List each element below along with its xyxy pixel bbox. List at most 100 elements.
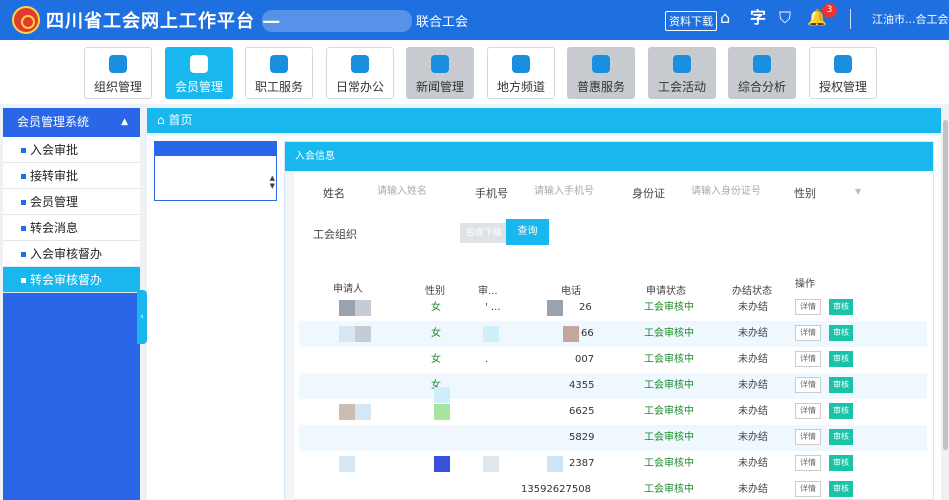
module-daily-office[interactable]: 日常办公: [326, 47, 394, 99]
clover-icon: [673, 55, 691, 73]
done-cell: 未办结: [738, 458, 768, 469]
sidebar: 会员管理系统 ▲ 入会审批 接转审批 会员管理 转会消息 入会审核督办 转会审核…: [3, 108, 140, 500]
phone-cell: 5829: [569, 432, 595, 443]
notification-badge: 3: [822, 3, 837, 18]
audit-button[interactable]: 审核: [829, 481, 853, 497]
module-benefit[interactable]: 普惠服务: [567, 47, 635, 99]
bullet-icon: [21, 278, 26, 283]
audit-button[interactable]: 审核: [829, 351, 853, 367]
sidebar-item-join-approval[interactable]: 入会审批: [3, 137, 140, 163]
sidebar-item-transfer-messages[interactable]: 转会消息: [3, 215, 140, 241]
table-row: 女 . 007 工会审核中 未办结 详情 审核: [299, 347, 927, 373]
module-label: 地方频道: [496, 80, 545, 94]
gender-cell: 女: [431, 354, 441, 365]
module-analysis[interactable]: 综合分析: [728, 47, 796, 99]
module-label: 会员管理: [174, 80, 223, 94]
header-divider: [850, 9, 851, 29]
phone-cell: 26: [579, 302, 592, 313]
bullet-icon: [21, 174, 26, 179]
query-button[interactable]: 查询: [506, 219, 549, 245]
channel-icon: [512, 55, 530, 73]
module-label: 综合分析: [737, 80, 786, 94]
gender-select[interactable]: ▼: [855, 187, 861, 196]
page-scrollbar[interactable]: [942, 108, 949, 500]
sidebar-item-label: 转会消息: [30, 221, 79, 235]
app-title: 四川省工会网上工作平台 —: [46, 7, 281, 33]
user-menu[interactable]: 江油市...合工会 ▾: [872, 11, 949, 27]
module-label: 普惠服务: [576, 80, 625, 94]
download-button[interactable]: 资料下载: [665, 11, 717, 31]
table-row: 13592627508 工会审核中 未办结 详情 审核: [299, 477, 927, 500]
audit-button[interactable]: 审核: [829, 299, 853, 315]
sidebar-collapse-handle[interactable]: ‹: [137, 290, 147, 344]
done-cell: 未办结: [738, 354, 768, 365]
table-row: 女 66 工会审核中 未办结 详情 审核: [299, 321, 927, 347]
heart-hand-icon: [270, 55, 288, 73]
status-cell: 工会审核中: [644, 458, 694, 469]
module-worker-service[interactable]: 职工服务: [245, 47, 313, 99]
redacted-block: [434, 456, 450, 472]
detail-button[interactable]: 详情: [795, 299, 821, 315]
redacted-block: [563, 326, 579, 342]
include-sub-toggle[interactable]: 包含下级: [460, 223, 508, 243]
phone-input[interactable]: [534, 180, 622, 202]
detail-button[interactable]: 详情: [795, 455, 821, 471]
module-local-channel[interactable]: 地方频道: [487, 47, 555, 99]
module-nav: 组织管理 会员管理 职工服务 日常办公 新闻管理 地方频道 普惠服务 工会活动 …: [0, 40, 949, 104]
audit-button[interactable]: 审核: [829, 325, 853, 341]
detail-button[interactable]: 详情: [795, 429, 821, 445]
redacted-block: [339, 326, 355, 342]
redacted-block: [355, 326, 371, 342]
user-label: 江油市...合工会: [872, 13, 949, 26]
module-authorization[interactable]: 授权管理: [809, 47, 877, 99]
detail-button[interactable]: 详情: [795, 325, 821, 341]
calendar-icon: [351, 55, 369, 73]
done-cell: 未办结: [738, 484, 768, 495]
audit-button[interactable]: 审核: [829, 377, 853, 393]
sidebar-item-transfer-approval[interactable]: 接转审批: [3, 163, 140, 189]
redacted-block: [339, 300, 355, 316]
redacted-block: [434, 404, 450, 420]
shirt-icon[interactable]: ⛉: [779, 8, 791, 28]
redacted-region: [262, 10, 412, 32]
module-label: 组织管理: [93, 80, 142, 94]
sidebar-item-label: 入会审核督办: [30, 247, 103, 261]
scrollbar-thumb[interactable]: [943, 120, 948, 450]
sidebar-item-member-management[interactable]: 会员管理: [3, 189, 140, 215]
redacted-block: [483, 326, 499, 342]
sidebar-header[interactable]: 会员管理系统 ▲: [3, 108, 140, 137]
font-size-icon[interactable]: 字: [750, 8, 766, 28]
home-icon[interactable]: ⌂: [720, 8, 730, 28]
panel-strip: [285, 171, 294, 500]
name-input[interactable]: [377, 180, 457, 202]
tree-scroll-arrows[interactable]: ▲ ▼: [270, 174, 275, 190]
bullet-icon: [21, 200, 26, 205]
done-cell: 未办结: [738, 328, 768, 339]
module-member[interactable]: 会员管理: [165, 47, 233, 99]
audit-button[interactable]: 审核: [829, 403, 853, 419]
sidebar-item-transfer-supervision[interactable]: 转会审核督办: [3, 267, 140, 293]
id-card-input[interactable]: [691, 180, 787, 202]
table-row: 5829 工会审核中 未办结 详情 审核: [299, 425, 927, 451]
audit-button[interactable]: 审核: [829, 429, 853, 445]
gender-label: 性别: [794, 187, 816, 200]
status-cell: 工会审核中: [644, 354, 694, 365]
detail-button[interactable]: 详情: [795, 377, 821, 393]
detail-button[interactable]: 详情: [795, 351, 821, 367]
audit-button[interactable]: 审核: [829, 455, 853, 471]
phone-cell: 007: [575, 354, 595, 365]
detail-button[interactable]: 详情: [795, 481, 821, 497]
module-org[interactable]: 组织管理: [84, 47, 152, 99]
phone-cell: 66: [581, 328, 594, 339]
breadcrumb-home[interactable]: 首页: [168, 113, 192, 127]
org-tree-panel[interactable]: ▲ ▼: [154, 141, 277, 201]
module-label: 工会活动: [657, 80, 706, 94]
detail-button[interactable]: 详情: [795, 403, 821, 419]
module-news[interactable]: 新闻管理: [406, 47, 474, 99]
done-cell: 未办结: [738, 432, 768, 443]
sidebar-item-join-supervision[interactable]: 入会审核督办: [3, 241, 140, 267]
gender-cell: 女: [431, 302, 441, 313]
module-activities[interactable]: 工会活动: [648, 47, 716, 99]
sidebar-header-label: 会员管理系统: [17, 115, 90, 129]
auditor-cell: ' ...: [485, 302, 501, 313]
